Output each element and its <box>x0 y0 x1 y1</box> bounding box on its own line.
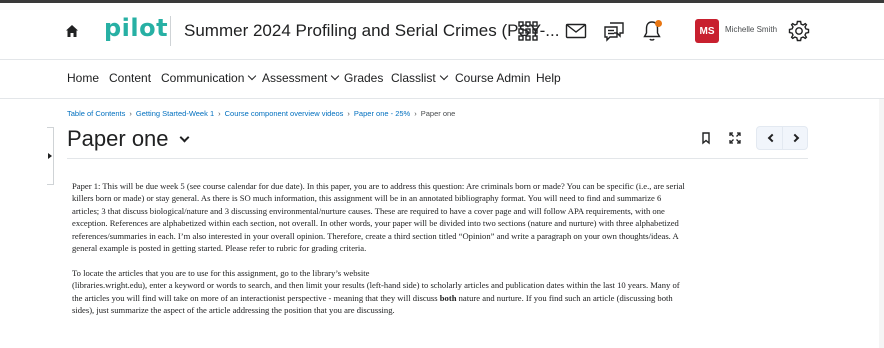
breadcrumb-link[interactable]: Paper one - 25% <box>354 109 410 118</box>
nav-assessment[interactable]: Assessment <box>262 71 340 85</box>
topic-pager <box>756 126 808 150</box>
course-title[interactable]: Summer 2024 Profiling and Serial Crimes … <box>184 21 559 41</box>
next-topic-button[interactable] <box>783 127 809 149</box>
home-icon[interactable] <box>65 24 79 38</box>
assignment-paragraph: Paper 1: This will be due week 5 (see co… <box>72 181 685 254</box>
breadcrumb-separator: › <box>218 109 221 118</box>
user-name[interactable]: Michelle Smith <box>725 25 777 34</box>
chevron-down-icon <box>331 71 340 81</box>
scrollbar[interactable] <box>879 99 884 348</box>
nav-content[interactable]: Content <box>109 71 151 85</box>
fullscreen-icon[interactable] <box>728 131 742 145</box>
nav-home[interactable]: Home <box>67 71 99 85</box>
breadcrumb-current: Paper one <box>420 109 456 118</box>
grid-icon[interactable] <box>516 19 540 43</box>
breadcrumb-separator: › <box>129 109 132 118</box>
nav-course-admin[interactable]: Course Admin <box>455 71 530 85</box>
gear-icon[interactable] <box>787 19 811 43</box>
chevron-down-icon <box>248 71 257 81</box>
breadcrumb-link[interactable]: Course component overview videos <box>225 109 344 118</box>
chat-icon[interactable] <box>602 19 626 43</box>
course-navbar: Home Content Communication Assessment Gr… <box>0 60 884 98</box>
chevron-down-icon <box>439 71 448 81</box>
previous-topic-button[interactable] <box>757 127 783 149</box>
toc-expand-tab[interactable] <box>47 127 54 185</box>
instructions-paragraph: To locate the articles that you are to u… <box>72 267 680 316</box>
nav-classlist[interactable]: Classlist <box>391 71 448 85</box>
header-divider <box>170 16 171 46</box>
breadcrumb-separator: › <box>414 109 417 118</box>
breadcrumb: Table of Contents › Getting Started-Week 1… <box>67 109 455 118</box>
pilot-logo[interactable]: pilot <box>104 14 168 42</box>
top-header: pilot Summer 2024 Profiling and Serial C… <box>0 3 884 59</box>
nav-help[interactable]: Help <box>536 71 561 85</box>
nav-grades[interactable]: Grades <box>344 71 383 85</box>
next-icon <box>790 133 799 143</box>
notification-badge <box>655 20 662 27</box>
nav-communication[interactable]: Communication <box>161 71 257 85</box>
assignment-document: Paper 1: This will be due week 5 (see co… <box>72 180 812 329</box>
page-title[interactable]: Paper one <box>67 126 189 152</box>
content-separator <box>67 158 808 159</box>
bookmark-icon[interactable] <box>699 131 713 145</box>
breadcrumb-link[interactable]: Table of Contents <box>67 109 125 118</box>
chevron-down-icon[interactable] <box>179 132 189 143</box>
breadcrumb-link[interactable]: Getting Started-Week 1 <box>136 109 214 118</box>
expand-arrow-icon <box>48 153 52 159</box>
previous-icon <box>767 133 776 143</box>
mail-icon[interactable] <box>564 19 588 43</box>
breadcrumb-separator: › <box>347 109 350 118</box>
navbar-separator <box>0 98 884 99</box>
avatar[interactable]: MS <box>695 19 719 43</box>
